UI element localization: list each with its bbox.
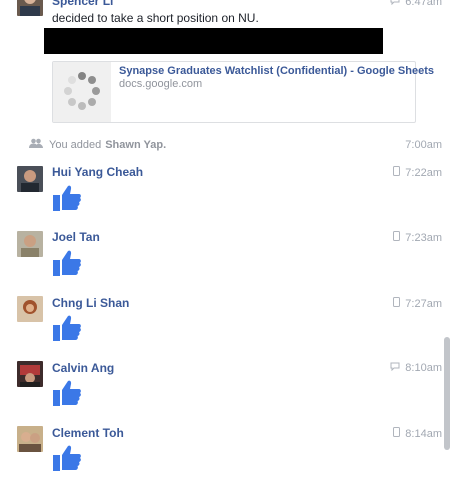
time-label: 7:22am	[405, 166, 442, 179]
mobile-icon	[393, 427, 401, 440]
time-label: 7:23am	[405, 231, 442, 244]
avatar[interactable]	[17, 0, 43, 16]
sender-name[interactable]: Joel Tan	[52, 230, 100, 244]
thumbs-up-icon	[52, 248, 82, 278]
thumbs-up-icon	[52, 313, 82, 343]
thumbs-up-icon	[52, 378, 82, 408]
sender-name[interactable]: Spencer Li	[52, 0, 113, 8]
message-time: 6:47am	[390, 0, 442, 8]
link-title[interactable]: Synapse Graduates Watchlist (Confidentia…	[119, 65, 434, 77]
message-time: 7:27am	[393, 297, 442, 310]
message-time: 8:10am	[390, 362, 442, 374]
system-notice-prefix: You added	[49, 138, 102, 151]
thumbs-up-icon	[52, 183, 82, 213]
system-notice: You added Shawn Yap.	[29, 138, 166, 151]
link-preview-card[interactable]: Synapse Graduates Watchlist (Confidentia…	[52, 61, 434, 123]
sender-name[interactable]: Hui Yang Cheah	[52, 165, 143, 179]
system-notice-time: 7:00am	[405, 139, 442, 151]
added-person-name[interactable]: Shawn Yap.	[105, 139, 166, 151]
avatar[interactable]	[17, 361, 43, 387]
redacted-block	[44, 28, 383, 54]
message-time: 7:23am	[393, 231, 442, 244]
avatar[interactable]	[17, 231, 43, 257]
scrollbar-thumb[interactable]	[444, 337, 450, 450]
avatar[interactable]	[17, 166, 43, 192]
mobile-icon	[393, 297, 401, 310]
avatar[interactable]	[17, 296, 43, 322]
avatar[interactable]	[17, 426, 43, 452]
chat-bubble-icon	[390, 0, 400, 8]
sender-name[interactable]: Chng Li Shan	[52, 296, 129, 310]
message-time: 7:22am	[393, 166, 442, 179]
message-time: 8:14am	[393, 427, 442, 440]
chat-bubble-icon	[390, 362, 400, 374]
sender-name[interactable]: Calvin Ang	[52, 361, 114, 375]
sender-name[interactable]: Clement Toh	[52, 426, 124, 440]
mobile-icon	[393, 166, 401, 179]
thumbs-up-icon	[52, 443, 82, 473]
time-label: 8:14am	[405, 427, 442, 440]
link-thumbnail	[53, 62, 111, 122]
link-domain: docs.google.com	[119, 78, 203, 90]
time-label: 8:10am	[405, 362, 442, 374]
people-icon	[29, 138, 43, 151]
time-label: 6:47am	[405, 0, 442, 8]
time-label: 7:27am	[405, 297, 442, 310]
mobile-icon	[393, 231, 401, 244]
message-text: decided to take a short position on NU.	[52, 11, 259, 25]
